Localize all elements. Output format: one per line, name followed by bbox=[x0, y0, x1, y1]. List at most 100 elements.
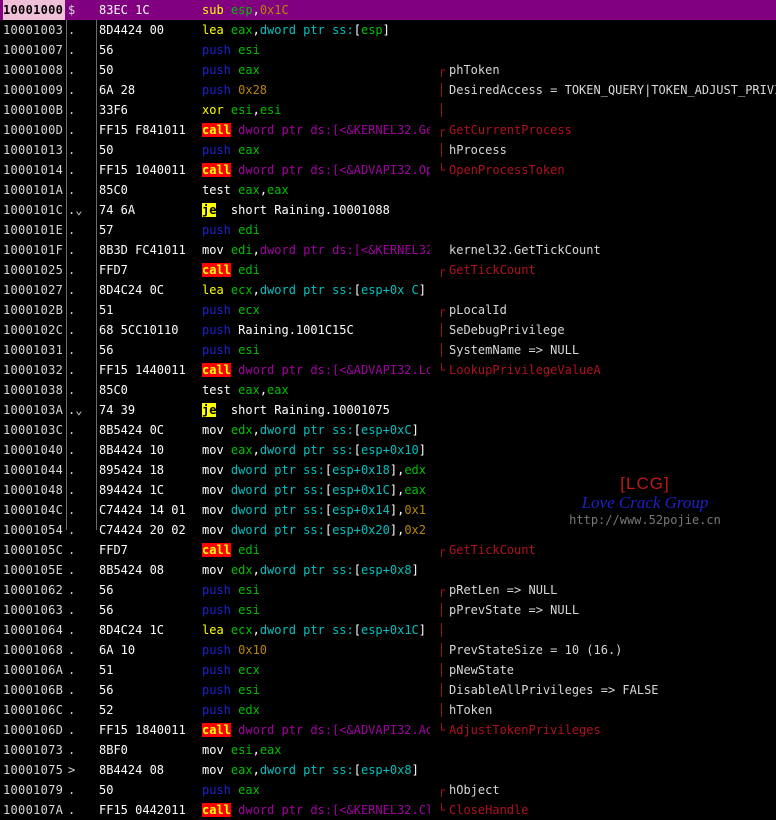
table-row[interactable]: 1000103C. 8B5424 0C mov edx,dword ptr ss:[… bbox=[0, 420, 776, 440]
table-row[interactable]: 10001044. 895424 18 mov dword ptr ss:[esp+… bbox=[0, 460, 776, 480]
disasm-token: mov bbox=[202, 483, 231, 497]
table-row[interactable]: 10001032. FF15 1440011 call dword ptr ds:[… bbox=[0, 360, 776, 380]
row-hex-dump: 6A 28 bbox=[99, 83, 136, 97]
disasm-token: [<&KERNEL32.GetTic bbox=[353, 243, 430, 257]
table-row[interactable]: 10001013. 50 push eax │ hProcess bbox=[0, 140, 776, 160]
table-row[interactable]: 10001062. 56 push esi ┌ pRetLen => NULL bbox=[0, 580, 776, 600]
table-row[interactable]: 10001075 >8B4424 08 mov eax,dword ptr ss:[… bbox=[0, 760, 776, 780]
table-row[interactable]: 1000105C. FFD7 call edi ┌ GetTickCount bbox=[0, 540, 776, 560]
table-row[interactable]: 10001079. 50 push eax ┌ hObject bbox=[0, 780, 776, 800]
disasm-token: ], bbox=[389, 503, 405, 517]
table-row[interactable]: 1000100D. FF15 F841011 call dword ptr ds:[… bbox=[0, 120, 776, 140]
disasm-token: esp bbox=[230, 3, 253, 17]
table-row[interactable]: 1000102C. 68 5CC10110 push Raining.1001C15… bbox=[0, 320, 776, 340]
table-row[interactable]: 10001031. 56 push esi │ SystemName => NULL bbox=[0, 340, 776, 360]
disasm-token: , bbox=[252, 103, 260, 117]
row-comment: SystemName => NULL bbox=[449, 343, 580, 357]
row-jump-marker: . bbox=[68, 443, 76, 457]
disasm-token: esp+0x18 bbox=[332, 463, 390, 477]
disasm-token: esp+0x8 bbox=[360, 563, 412, 577]
table-row[interactable]: 1000105E. 8B5424 08 mov edx,dword ptr ss:[… bbox=[0, 560, 776, 580]
disasm-token: ], bbox=[389, 523, 405, 537]
table-row[interactable]: 10001007. 56 push esi bbox=[0, 40, 776, 60]
table-row[interactable]: 1000101E. 57 push edi bbox=[0, 220, 776, 240]
disasm-token: lea bbox=[202, 283, 231, 297]
argument-bracket-icon: ┌ bbox=[438, 543, 446, 557]
table-row[interactable]: 1000101F. 8B3D FC41011 mov edi,dword ptr d… bbox=[0, 240, 776, 260]
table-row[interactable]: 10001038. 85C0 test eax,eax bbox=[0, 380, 776, 400]
row-disassembly: push esi bbox=[202, 600, 430, 620]
disasm-token: dword ptr ds: bbox=[230, 163, 333, 177]
table-row[interactable]: 1000100B. 33F6 xor esi,esi │ bbox=[0, 100, 776, 120]
disasm-token: 0x1 bbox=[404, 503, 426, 517]
row-address: 1000101C bbox=[3, 203, 64, 217]
row-address: 10001068 bbox=[3, 643, 64, 657]
table-row[interactable]: 10001003. 8D4424 00 lea eax,dword ptr ss:[… bbox=[0, 20, 776, 40]
row-hex-dump: 6A 10 bbox=[99, 643, 136, 657]
disasm-token: edi bbox=[238, 263, 260, 277]
table-row[interactable]: 1000106A. 51 push ecx │ pNewState bbox=[0, 660, 776, 680]
table-row[interactable]: 10001064. 8D4C24 1C lea ecx,dword ptr ss:[… bbox=[0, 620, 776, 640]
row-jump-marker: . bbox=[68, 263, 76, 277]
row-comment: LookupPrivilegeValueA bbox=[449, 363, 601, 377]
table-row[interactable]: 1000106C. 52 push edx │ hToken bbox=[0, 700, 776, 720]
disasm-token: Raining.10001088 bbox=[274, 203, 390, 217]
table-row[interactable]: 1000106B. 56 push esi │ DisableAllPrivileges… bbox=[0, 680, 776, 700]
disasm-token: mov bbox=[202, 763, 231, 777]
disasm-token: esi bbox=[238, 43, 260, 57]
disasm-token: [ bbox=[324, 503, 333, 517]
row-hex-dump: C74424 20 02 bbox=[99, 523, 186, 537]
disasm-token: call bbox=[202, 543, 231, 557]
row-hex-dump: 50 bbox=[99, 63, 114, 77]
disasm-token: eax bbox=[230, 763, 253, 777]
row-disassembly: push ecx bbox=[202, 660, 430, 680]
table-row[interactable]: 10001040. 8B4424 10 mov eax,dword ptr ss:[… bbox=[0, 440, 776, 460]
disasm-token: [ bbox=[353, 563, 361, 577]
disassembly-rows[interactable]: 10001000 $83EC 1C sub esp,0x1C 10001003. 8D4… bbox=[0, 0, 776, 820]
table-row[interactable]: 1000102B. 51 push ecx ┌ pLocalId bbox=[0, 300, 776, 320]
argument-bracket-icon: └ bbox=[438, 363, 446, 377]
disasm-token: mov bbox=[202, 563, 231, 577]
table-row[interactable]: 1000107A. FF15 0442011 call dword ptr ds:[… bbox=[0, 800, 776, 820]
table-row[interactable]: 10001008. 50 push eax ┌ phToken bbox=[0, 60, 776, 80]
disasm-token: push bbox=[202, 643, 239, 657]
row-jump-marker: . bbox=[68, 163, 76, 177]
argument-bracket-icon: │ bbox=[438, 663, 446, 677]
row-disassembly: push ecx bbox=[202, 300, 430, 320]
table-row[interactable]: 10001073. 8BF0 mov esi,eax bbox=[0, 740, 776, 760]
disasm-token: esp bbox=[360, 23, 383, 37]
table-row[interactable]: 10001014. FF15 1040011 call dword ptr ds:[… bbox=[0, 160, 776, 180]
row-disassembly: je short Raining.10001088 bbox=[202, 200, 430, 220]
row-hex-dump: 8BF0 bbox=[99, 743, 128, 757]
row-disassembly: push 0x10 bbox=[202, 640, 430, 660]
table-row[interactable]: 10001068. 6A 10 push 0x10 │ PrevStateSize = … bbox=[0, 640, 776, 660]
disasm-token: edx bbox=[238, 703, 260, 717]
row-hex-dump: 51 bbox=[99, 303, 114, 317]
table-row[interactable]: 10001063. 56 push esi │ pPrevState => NULL bbox=[0, 600, 776, 620]
table-row[interactable]: 10001027. 8D4C24 0C lea ecx,dword ptr ss:[… bbox=[0, 280, 776, 300]
disassembly-pane[interactable]: 10001000 $83EC 1C sub esp,0x1C 10001003. 8D4… bbox=[0, 0, 776, 817]
disasm-token: short bbox=[216, 203, 275, 217]
disasm-token: eax bbox=[238, 783, 260, 797]
disasm-token: [<&ADVAPI32.OpenProces bbox=[332, 163, 430, 177]
disasm-token: esi bbox=[230, 103, 253, 117]
table-row[interactable]: 10001000 $83EC 1C sub esp,0x1C bbox=[0, 0, 776, 20]
table-row[interactable]: 1000103A .⌄ 74 39 je short Raining.10001075 bbox=[0, 400, 776, 420]
table-row[interactable]: 1000104C. C74424 14 01 mov dword ptr ss:[e… bbox=[0, 500, 776, 520]
table-row[interactable]: 10001048. 894424 1C mov dword ptr ss:[esp+… bbox=[0, 480, 776, 500]
row-hex-dump: 74 39 bbox=[99, 403, 136, 417]
table-row[interactable]: 1000101C .⌄ 74 6A je short Raining.10001088 bbox=[0, 200, 776, 220]
row-hex-dump: 33F6 bbox=[99, 103, 128, 117]
disasm-token: dword ptr ds: bbox=[230, 803, 333, 817]
disasm-token: push bbox=[202, 63, 239, 77]
table-row[interactable]: 10001054. C74424 20 02 mov dword ptr ss:[e… bbox=[0, 520, 776, 540]
table-row[interactable]: 10001025. FFD7 call edi ┌ GetTickCount bbox=[0, 260, 776, 280]
disasm-token: push bbox=[202, 343, 239, 357]
table-row[interactable]: 1000106D. FF15 1840011 call dword ptr ds:[… bbox=[0, 720, 776, 740]
disasm-token: call bbox=[202, 803, 231, 817]
disasm-token: mov bbox=[202, 243, 231, 257]
table-row[interactable]: 1000101A. 85C0 test eax,eax bbox=[0, 180, 776, 200]
table-row[interactable]: 10001009. 6A 28 push 0x28 │ DesiredAccess = … bbox=[0, 80, 776, 100]
row-comment: SeDebugPrivilege bbox=[449, 323, 565, 337]
disasm-token: dword ptr ss: bbox=[259, 283, 354, 297]
